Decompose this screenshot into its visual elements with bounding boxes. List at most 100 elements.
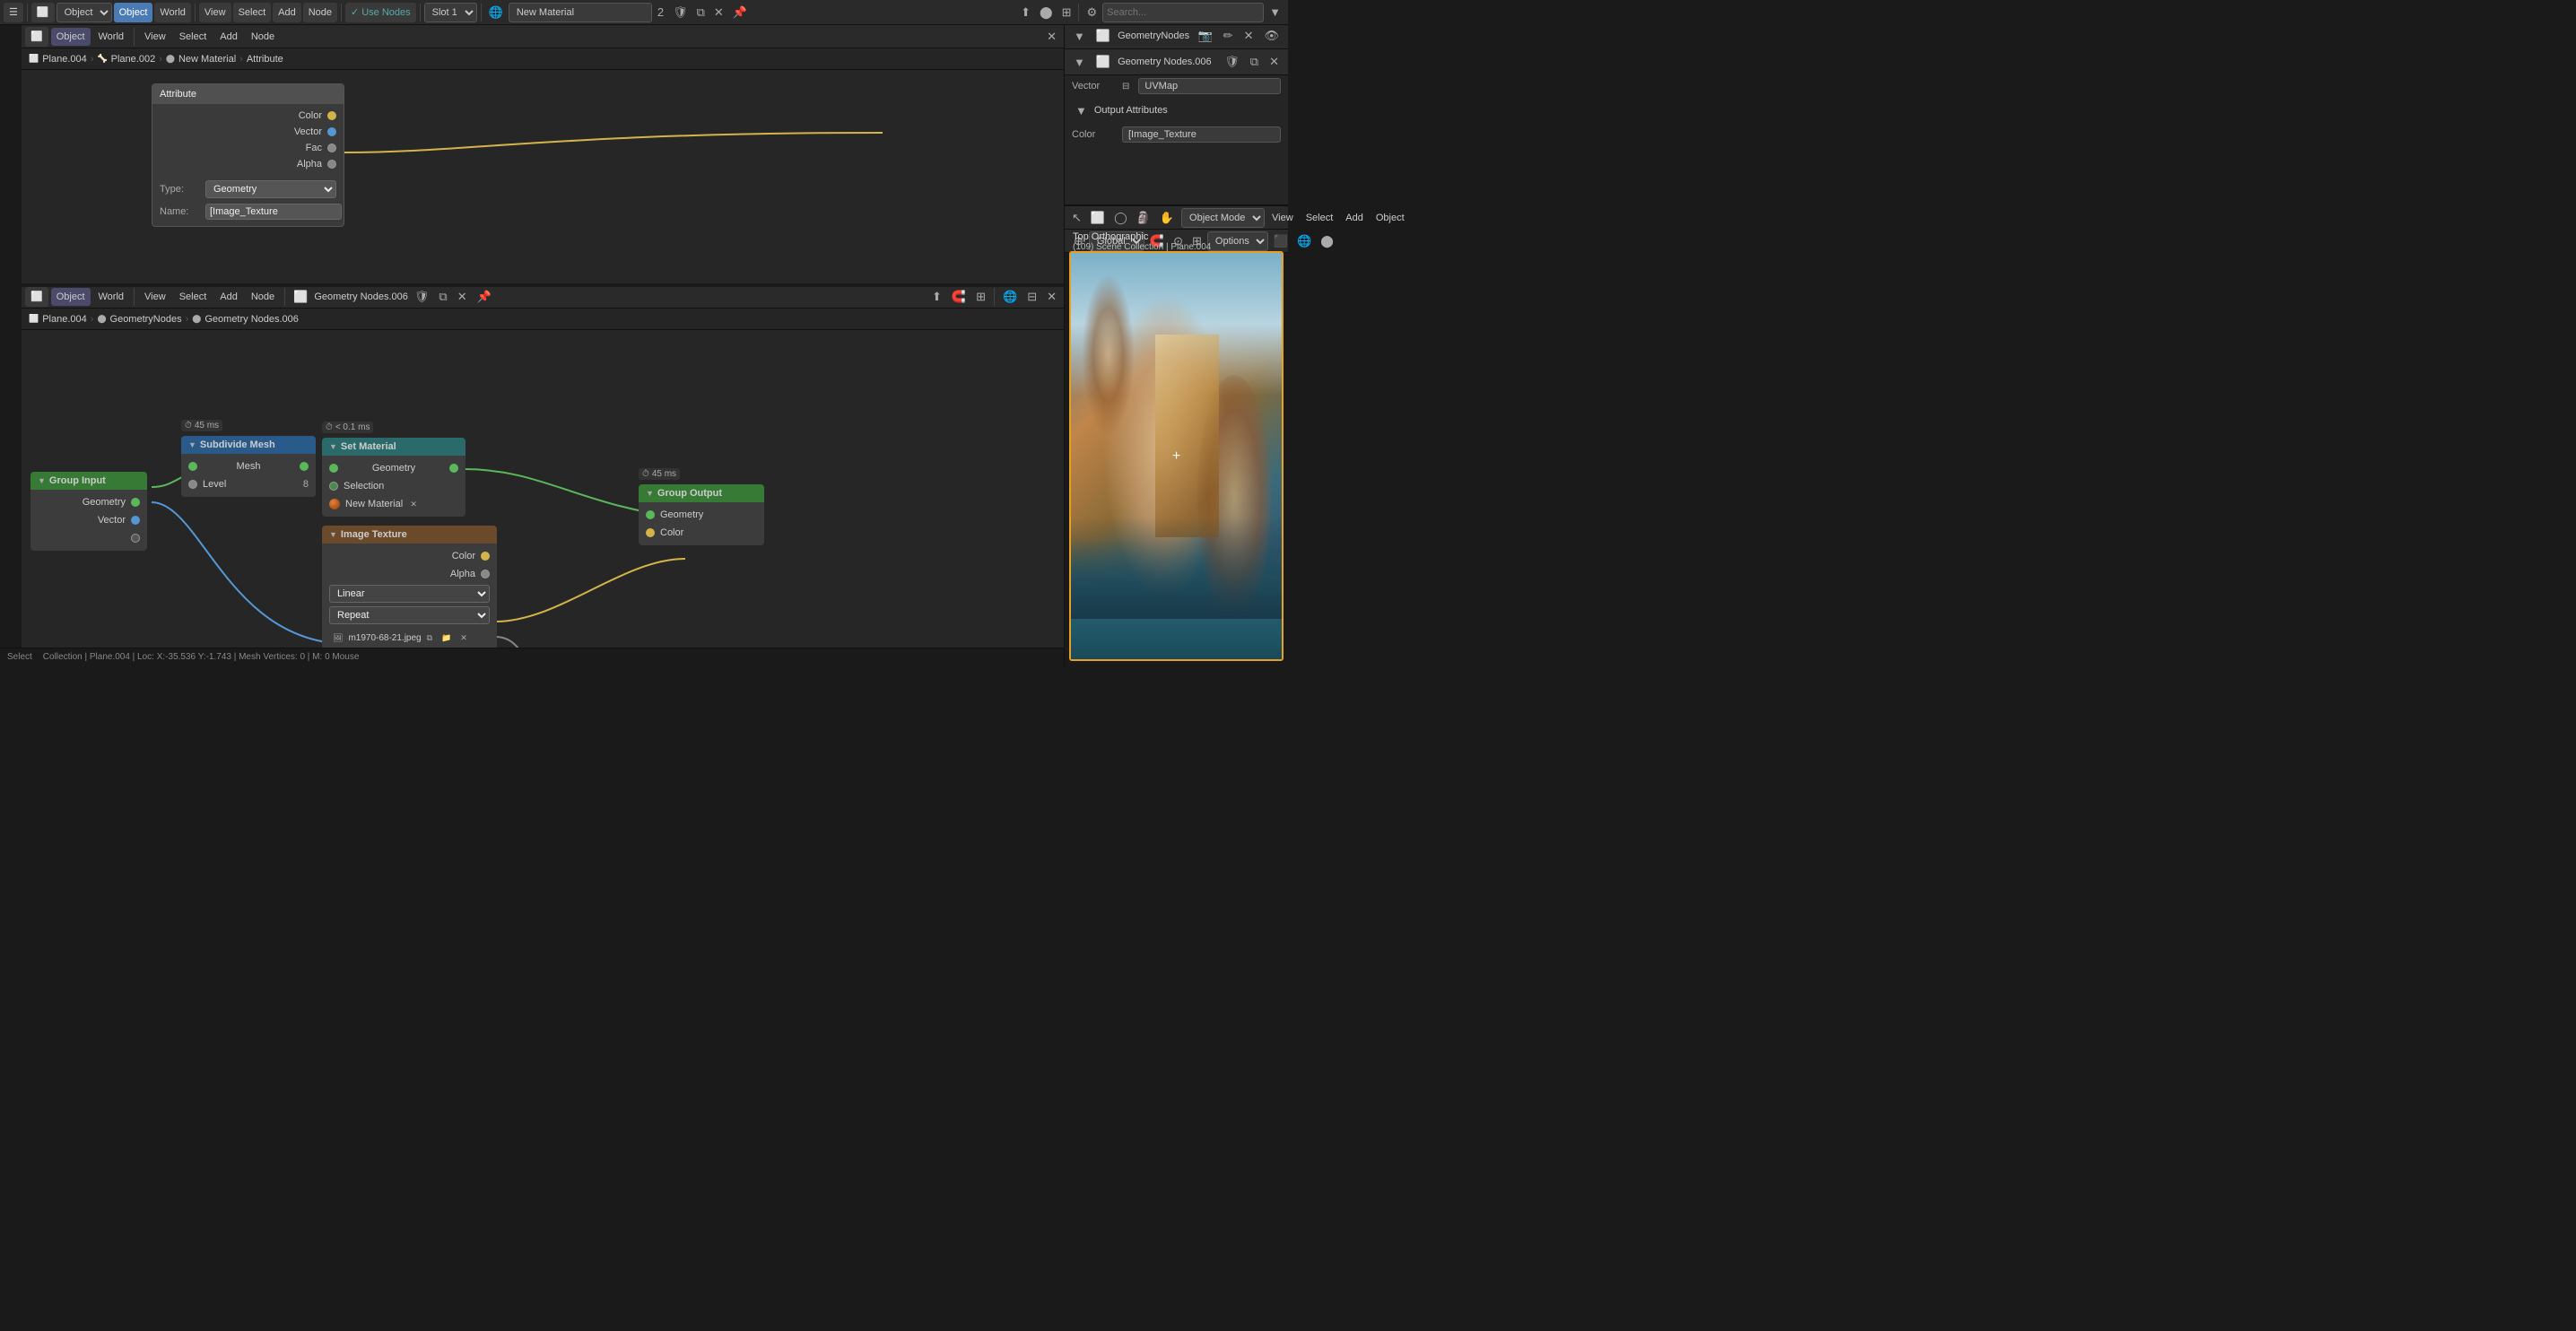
mat-node-btn[interactable]: Node [246, 28, 280, 46]
img-folder-btn[interactable]: 📁 [438, 628, 455, 648]
bc-plane002[interactable]: Plane.002 [111, 54, 156, 65]
mat-view-btn[interactable]: View [139, 28, 171, 46]
mat-world-btn[interactable]: World [93, 28, 130, 46]
gn-icon[interactable]: ⬜ [1092, 52, 1114, 72]
color-socket[interactable] [327, 111, 336, 120]
geo-select-btn[interactable]: Select [174, 288, 213, 306]
vp-options-select[interactable]: Options [1207, 231, 1268, 251]
mat-add-btn[interactable]: Add [214, 28, 243, 46]
mod-icon[interactable]: ⬜ [1092, 26, 1114, 46]
mat-copy-btn[interactable]: ⧉ [693, 3, 709, 22]
prefs-btn[interactable]: ⚙ [1083, 3, 1101, 22]
world-btn[interactable]: World [154, 3, 191, 22]
geo-editor-icon[interactable]: ⬜ [25, 287, 48, 307]
gn-copy[interactable]: ⧉ [1247, 52, 1262, 72]
mesh-in-socket[interactable] [188, 462, 197, 471]
section-divider[interactable] [22, 283, 1064, 287]
select-btn[interactable]: Select [233, 3, 272, 22]
mod-close[interactable]: ✕ [1240, 26, 1258, 46]
mat-pin-btn[interactable]: 📌 [729, 3, 751, 22]
blender-menu-btn[interactable]: ☰ [4, 3, 23, 22]
setmat-geo-in[interactable] [329, 464, 338, 473]
object-btn[interactable]: Object [114, 3, 153, 22]
geo-pin-btn[interactable]: 📌 [474, 287, 495, 307]
geometry-node-canvas[interactable]: ▼ Group Input Geometry Vector [22, 330, 1064, 648]
geo-shield-btn[interactable]: 🛡 [411, 287, 433, 307]
geo-world-btn[interactable]: World [93, 288, 130, 306]
bc-plane004[interactable]: Plane.004 [42, 54, 87, 65]
vp-select-btn[interactable]: Select [1301, 209, 1339, 227]
img-interpolation-select[interactable]: Linear [329, 585, 490, 603]
vp-box-sel[interactable]: ⬜ [1087, 208, 1109, 228]
img-format-btn[interactable]: 🖼 [329, 628, 346, 648]
geo-view-btn[interactable]: View [139, 288, 171, 306]
vector-value-input[interactable] [1138, 78, 1281, 94]
geo-close-panel[interactable]: ✕ [1043, 287, 1060, 307]
geo-add-btn[interactable]: Add [214, 288, 243, 306]
add-btn[interactable]: Add [273, 3, 301, 22]
use-nodes-btn[interactable]: ✓ Use Nodes [345, 3, 416, 22]
bc-attribute[interactable]: Attribute [247, 54, 283, 65]
up-arrow-btn[interactable]: ⬆ [1017, 3, 1034, 22]
vector-socket[interactable] [327, 127, 336, 136]
vp-shading-btn[interactable]: ⬤ [1317, 231, 1337, 251]
vp-add-btn[interactable]: Add [1340, 209, 1369, 227]
geo-bc-geonodes[interactable]: GeometryNodes [110, 314, 182, 325]
vp-grab[interactable]: ✋ [1156, 208, 1178, 228]
vp-object-btn[interactable]: Object [1371, 209, 1410, 227]
mat-select-btn[interactable]: Select [174, 28, 213, 46]
bc-new-mat[interactable]: New Material [178, 54, 236, 65]
mode-icon-btn[interactable]: ⬜ [31, 3, 55, 22]
search-input[interactable] [1102, 3, 1264, 22]
mat-close-panel[interactable]: ✕ [1043, 27, 1060, 47]
geo-output-socket[interactable] [131, 498, 140, 507]
img-extension-select[interactable]: Repeat [329, 606, 490, 624]
expand-btn[interactable]: ▼ [1266, 3, 1284, 22]
mat-shield-btn[interactable]: 🛡 [669, 3, 692, 22]
color-value-input[interactable] [1122, 126, 1281, 143]
layout-btn[interactable]: ⊞ [1058, 3, 1075, 22]
mod-edit[interactable]: ✏ [1220, 26, 1237, 46]
geo-layout-btn[interactable]: ⊞ [972, 287, 989, 307]
gn-shield[interactable]: 🛡 [1221, 52, 1243, 72]
img-close-btn[interactable]: ✕ [457, 628, 471, 648]
type-select[interactable]: Geometry [205, 180, 336, 198]
fac-socket[interactable] [327, 144, 336, 152]
material-name-input[interactable] [509, 3, 652, 22]
go-geo-socket[interactable] [646, 510, 655, 519]
geo-bc-geonodes006[interactable]: Geometry Nodes.006 [205, 314, 299, 325]
vp-render-btn[interactable]: ⬛ [1270, 231, 1292, 251]
mesh-out-socket[interactable] [300, 462, 309, 471]
gn-close[interactable]: ✕ [1266, 52, 1283, 72]
vp-arrow-icon[interactable]: ↖ [1068, 208, 1085, 228]
geo-bc-plane004[interactable]: Plane.004 [42, 314, 87, 325]
img-copy-btn[interactable]: ⧉ [423, 628, 436, 648]
mod-vis[interactable]: 👁 [1260, 26, 1283, 46]
3d-viewport[interactable]: + [1069, 251, 1284, 661]
go-color-socket[interactable] [646, 528, 655, 537]
render-btn[interactable]: ⬤ [1036, 3, 1057, 22]
mat-editor-icon[interactable]: ⬜ [25, 27, 48, 47]
mat-object-btn[interactable]: Object [51, 28, 91, 46]
geo-modifier-icon[interactable]: ⬜ [290, 287, 311, 307]
output-attr-expand[interactable]: ▼ [1072, 100, 1091, 120]
vp-lasso-sel[interactable]: 🗿 [1133, 208, 1154, 228]
vec-output-socket[interactable] [131, 516, 140, 525]
img-alpha-socket[interactable] [481, 570, 490, 579]
node-btn[interactable]: Node [303, 3, 337, 22]
geo-snap-btn[interactable]: 🧲 [948, 287, 970, 307]
vp-circle-sel[interactable]: ◯ [1110, 208, 1131, 228]
img-color-socket[interactable] [481, 552, 490, 561]
mat-number-btn[interactable]: 2 [654, 3, 667, 22]
gn-expand[interactable]: ▼ [1070, 52, 1089, 72]
level-in-socket[interactable] [188, 480, 197, 489]
mod-expand[interactable]: ▼ [1070, 26, 1089, 46]
setmat-geo-out[interactable] [449, 464, 458, 473]
mat-remove-btn[interactable]: ✕ [408, 499, 419, 509]
geo-up-btn[interactable]: ⬆ [928, 287, 945, 307]
globe-icon-btn[interactable]: 🌐 [485, 3, 507, 22]
setmat-sel-socket[interactable] [329, 482, 338, 491]
material-node-canvas[interactable]: Attribute Color Vector Fac [22, 70, 1064, 283]
vp-overlay-btn[interactable]: 🌐 [1293, 231, 1315, 251]
vp-view-btn[interactable]: View [1266, 209, 1299, 227]
